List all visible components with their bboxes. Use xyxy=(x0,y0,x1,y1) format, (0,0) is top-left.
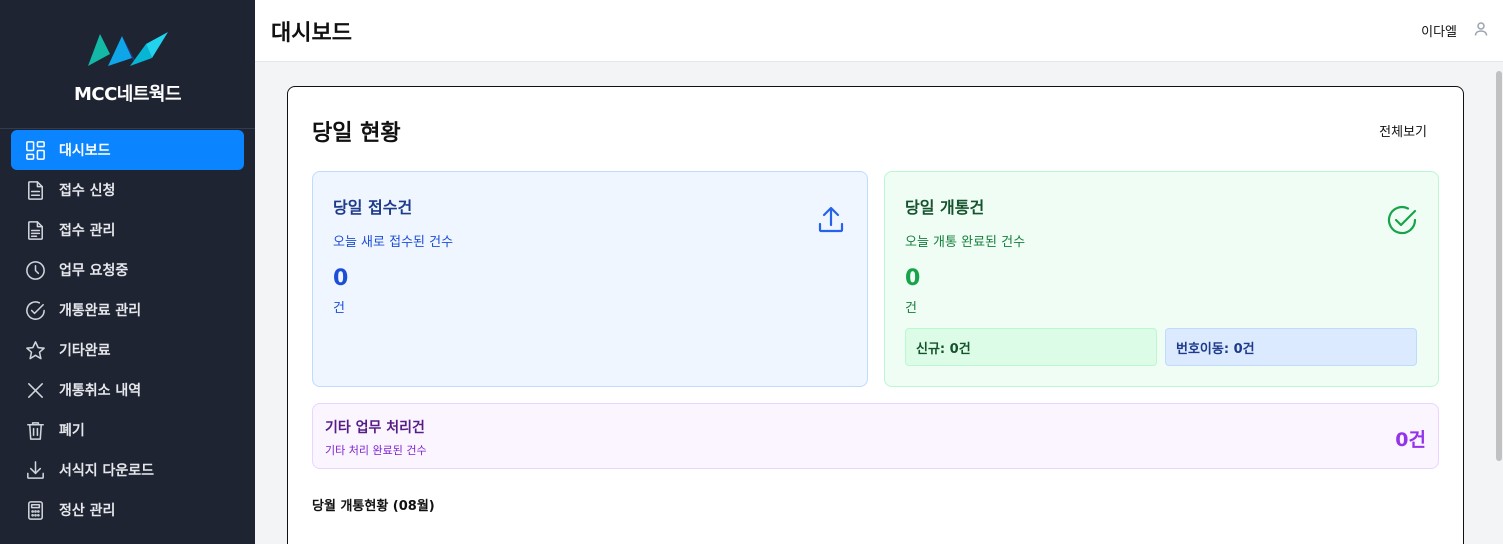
check-circle-icon xyxy=(1386,204,1418,236)
dashboard-icon xyxy=(23,138,47,162)
sidebar-item-form-download[interactable]: 서식지 다운로드 xyxy=(11,450,244,490)
today-received-card: 당일 접수건 오늘 새로 접수된 건수 0 건 xyxy=(312,171,868,387)
scrollbar[interactable] xyxy=(1495,63,1503,544)
sidebar-item-label: 기타완료 xyxy=(59,343,111,359)
sidebar-item-label: 정산 관리 xyxy=(59,503,116,519)
sidebar-item-label: 개통취소 내역 xyxy=(59,383,142,399)
opened-count: 0 xyxy=(905,266,921,291)
calculator-icon xyxy=(23,498,47,522)
sidebar-item-requesting[interactable]: 업무 요청중 xyxy=(11,250,244,290)
sidebar-item-label: 대시보드 xyxy=(59,143,111,159)
received-subtitle: 오늘 새로 접수된 건수 xyxy=(333,235,454,250)
download-icon xyxy=(23,458,47,482)
brand-logo xyxy=(87,32,168,66)
trash-icon xyxy=(23,418,47,442)
sidebar-item-cancelled[interactable]: 개통취소 내역 xyxy=(11,370,244,410)
sidebar-item-dashboard[interactable]: 대시보드 xyxy=(11,130,244,170)
clock-icon xyxy=(23,258,47,282)
brand-name: MCC네트웍드 xyxy=(73,84,182,105)
scrollbar-thumb[interactable] xyxy=(1496,71,1502,461)
document-list-icon xyxy=(23,218,47,242)
sidebar-item-settlement[interactable]: 정산 관리 xyxy=(11,490,244,530)
received-count: 0 xyxy=(333,266,349,291)
user-menu[interactable]: 이다엘 xyxy=(1421,21,1489,41)
sidebar: MCC네트웍드 대시보드 접수 신청 접수 관리 업무 요청중 개통완료 관리 … xyxy=(0,0,255,544)
today-status-card: 당일 현황 전체보기 당일 접수건 오늘 새로 접수된 건수 0 건 당일 개통… xyxy=(287,86,1464,544)
sidebar-item-manage[interactable]: 접수 관리 xyxy=(11,210,244,250)
sidebar-item-label: 폐기 xyxy=(59,423,85,439)
today-opened-card: 당일 개통건 오늘 개통 완료된 건수 0 건 신규: 0건 번호이동: 0건 xyxy=(884,171,1439,387)
sidebar-item-apply[interactable]: 접수 신청 xyxy=(11,170,244,210)
document-icon xyxy=(23,178,47,202)
etc-task-card: 기타 업무 처리건 기타 처리 완료된 건수 0건 xyxy=(312,403,1439,469)
received-unit: 건 xyxy=(333,301,345,316)
top-bar: 대시보드 이다엘 xyxy=(255,0,1503,62)
etc-subtitle: 기타 처리 완료된 건수 xyxy=(325,444,427,457)
sidebar-item-label: 접수 관리 xyxy=(59,223,116,239)
new-count-badge: 신규: 0건 xyxy=(905,328,1157,366)
star-icon xyxy=(23,338,47,362)
sidebar-item-label: 서식지 다운로드 xyxy=(59,463,155,479)
sidebar-item-label: 접수 신청 xyxy=(59,183,116,199)
sidebar-nav: 대시보드 접수 신청 접수 관리 업무 요청중 개통완료 관리 기타완료 개통취… xyxy=(0,129,255,530)
month-status-title: 당월 개통현황 (08월) xyxy=(312,499,435,514)
brand: MCC네트웍드 xyxy=(0,0,255,129)
user-name: 이다엘 xyxy=(1421,25,1457,40)
etc-count: 0건 xyxy=(1395,429,1426,451)
view-all-link[interactable]: 전체보기 xyxy=(1379,121,1427,140)
etc-title: 기타 업무 처리건 xyxy=(325,420,425,436)
user-icon[interactable] xyxy=(1473,21,1489,41)
opened-title: 당일 개통건 xyxy=(905,198,985,217)
upload-icon xyxy=(815,204,847,236)
today-status-title: 당일 현황 xyxy=(312,121,401,146)
main-content: 당일 현황 전체보기 당일 접수건 오늘 새로 접수된 건수 0 건 당일 개통… xyxy=(255,63,1495,544)
x-icon xyxy=(23,378,47,402)
opened-subtitle: 오늘 개통 완료된 건수 xyxy=(905,235,1026,250)
sidebar-item-label: 개통완료 관리 xyxy=(59,303,142,319)
opened-unit: 건 xyxy=(905,301,917,316)
sidebar-item-opened[interactable]: 개통완료 관리 xyxy=(11,290,244,330)
received-title: 당일 접수건 xyxy=(333,198,413,217)
port-count-badge: 번호이동: 0건 xyxy=(1165,328,1417,366)
sidebar-item-discard[interactable]: 폐기 xyxy=(11,410,244,450)
page-title: 대시보드 xyxy=(271,20,352,46)
check-circle-icon xyxy=(23,298,47,322)
sidebar-item-etc-done[interactable]: 기타완료 xyxy=(11,330,244,370)
sidebar-item-label: 업무 요청중 xyxy=(59,263,129,279)
